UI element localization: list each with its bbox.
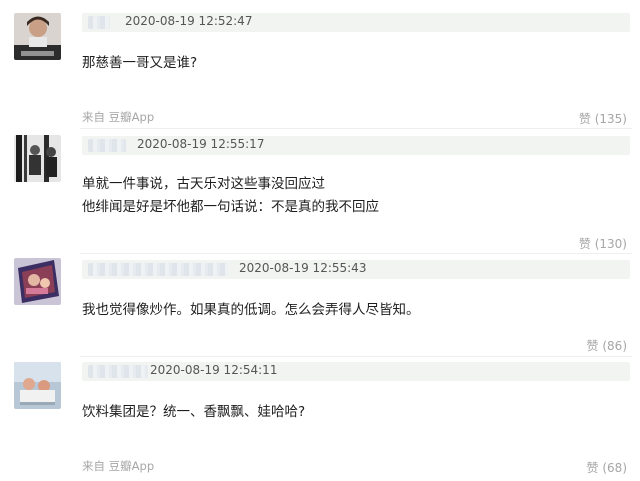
user-avatar-icon[interactable] (14, 258, 61, 305)
like-button[interactable]: 赞 (68) (587, 459, 627, 476)
divider (80, 356, 632, 357)
comment-header: 2020-08-19 12:55:17 (82, 136, 630, 155)
comment-text: 单就一件事说，古天乐对这些事没回应过 (82, 176, 325, 192)
like-button[interactable]: 赞 (130) (579, 235, 627, 252)
blurred-username[interactable] (88, 139, 126, 152)
comment-source[interactable]: 来自 豆瓣App (82, 109, 154, 125)
user-avatar-icon[interactable] (14, 13, 61, 60)
comment-text: 饮料集团是？统一、香飘飘、娃哈哈? (82, 404, 306, 420)
comment-text: 他绯闻是好是坏他都一句话说：不是真的我不回应 (82, 199, 379, 215)
blurred-username[interactable] (88, 16, 110, 29)
divider (80, 253, 632, 254)
comment-header: 2020-08-19 12:54:11 (82, 362, 630, 381)
user-avatar-icon[interactable] (14, 135, 61, 182)
like-button[interactable]: 赞 (135) (579, 110, 627, 127)
comment-header: 2020-08-19 12:55:43 (82, 260, 630, 279)
user-avatar-icon[interactable] (14, 362, 61, 409)
blurred-username[interactable] (88, 365, 148, 378)
comment-time: 2020-08-19 12:55:17 (137, 137, 265, 151)
comment-text: 那慈善一哥又是谁? (82, 55, 198, 71)
divider (80, 128, 632, 129)
comment-time: 2020-08-19 12:52:47 (125, 14, 253, 28)
comment-time: 2020-08-19 12:55:43 (239, 261, 367, 275)
comment-text: 我也觉得像炒作。如果真的低调。怎么会弄得人尽皆知。 (82, 302, 420, 318)
blurred-username[interactable] (88, 263, 228, 276)
like-button[interactable]: 赞 (86) (587, 337, 627, 354)
comment-header: 2020-08-19 12:52:47 (82, 13, 630, 32)
comment-source[interactable]: 来自 豆瓣App (82, 458, 154, 474)
comment-time: 2020-08-19 12:54:11 (150, 363, 278, 377)
